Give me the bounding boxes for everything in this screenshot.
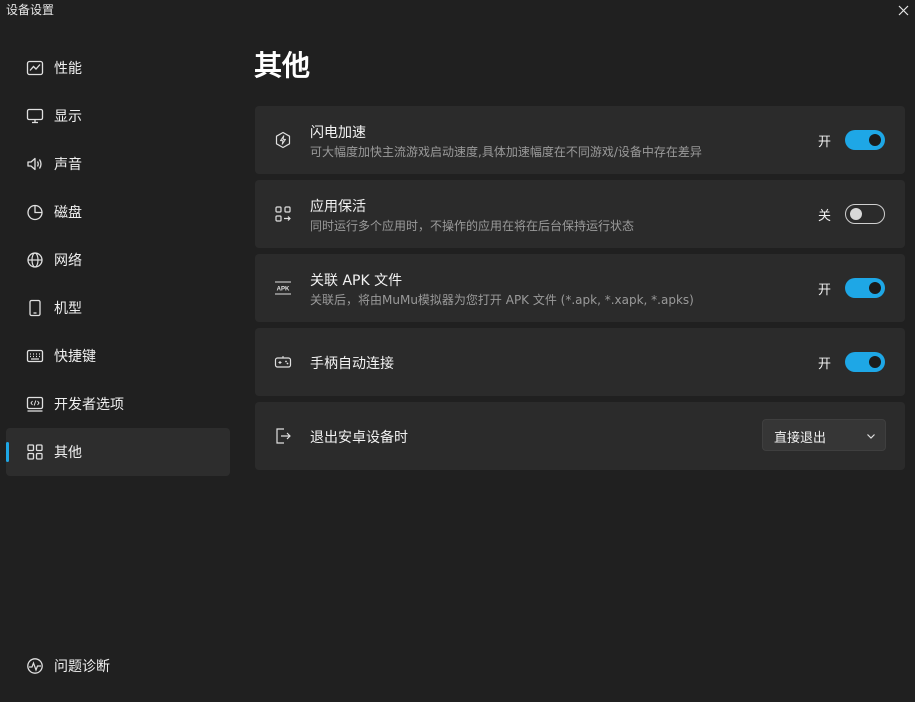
apps-arrow-icon: [273, 204, 293, 224]
chevron-down-icon: [867, 434, 875, 439]
keyboard-icon: [25, 346, 45, 366]
active-indicator: [6, 442, 9, 462]
setting-card-apk-association: APK 关联 APK 文件 关联后，将由MuMu模拟器为您打开 APK 文件 (…: [255, 254, 905, 322]
sidebar-item-performance[interactable]: 性能: [6, 44, 230, 92]
toggle-state-label: 开: [817, 357, 831, 372]
apk-icon: APK: [273, 278, 293, 298]
toggle-knob: [850, 208, 862, 220]
apk-association-toggle[interactable]: [845, 278, 885, 298]
sidebar: 性能 显示 声音 磁盘 网络 机型 快捷键 开发者选项 其他: [6, 44, 230, 476]
toggle-knob: [869, 282, 881, 294]
setting-title: 退出安卓设备时: [310, 430, 408, 446]
setting-card-gamepad-autoconnect: 手柄自动连接 开: [255, 328, 905, 396]
app-keepalive-toggle[interactable]: [845, 204, 885, 224]
setting-card-app-keepalive: 应用保活 同时运行多个应用时，不操作的应用在将在后台保持运行状态 关: [255, 180, 905, 248]
sidebar-item-network[interactable]: 网络: [6, 236, 230, 284]
sidebar-item-label: 网络: [54, 253, 82, 269]
setting-card-lightning-boost: 闪电加速 可大幅度加快主流游戏启动速度,具体加速幅度在不同游戏/设备中存在差异 …: [255, 106, 905, 174]
sidebar-item-label: 声音: [54, 157, 82, 173]
exit-behavior-select[interactable]: 直接退出: [762, 419, 886, 451]
lightning-icon: [273, 130, 293, 150]
sidebar-item-label: 快捷键: [54, 349, 96, 365]
setting-title: 手柄自动连接: [310, 356, 394, 372]
lightning-boost-toggle[interactable]: [845, 130, 885, 150]
apk-icon-text: APK: [277, 287, 290, 293]
globe-icon: [25, 250, 45, 270]
toggle-state-label: 关: [817, 209, 831, 224]
diagnostics-icon: [25, 656, 45, 676]
window-title: 设备设置: [6, 3, 55, 17]
diagnostics-button[interactable]: 问题诊断: [6, 642, 230, 690]
toggle-state-label: 开: [817, 135, 831, 150]
sidebar-item-other[interactable]: 其他: [6, 428, 230, 476]
gamepad-autoconnect-toggle[interactable]: [845, 352, 885, 372]
close-button[interactable]: [891, 0, 915, 20]
sidebar-item-shortcuts[interactable]: 快捷键: [6, 332, 230, 380]
sidebar-item-label: 机型: [54, 301, 82, 317]
grid-icon: [25, 442, 45, 462]
exit-icon: [273, 426, 293, 446]
setting-title: 关联 APK 文件: [310, 273, 403, 289]
setting-title: 闪电加速: [310, 125, 366, 141]
close-icon: [898, 5, 908, 15]
gamepad-icon: [273, 352, 293, 372]
sidebar-item-label: 开发者选项: [54, 397, 124, 413]
sidebar-item-disk[interactable]: 磁盘: [6, 188, 230, 236]
setting-description: 同时运行多个应用时，不操作的应用在将在后台保持运行状态: [310, 219, 635, 233]
setting-description: 可大幅度加快主流游戏启动速度,具体加速幅度在不同游戏/设备中存在差异: [310, 145, 702, 159]
chart-line-icon: [25, 58, 45, 78]
sidebar-item-label: 其他: [54, 445, 82, 461]
toggle-state-label: 开: [817, 283, 831, 298]
sidebar-item-developer[interactable]: 开发者选项: [6, 380, 230, 428]
monitor-icon: [25, 106, 45, 126]
sidebar-item-label: 磁盘: [54, 205, 82, 221]
settings-window: 设备设置 性能 显示 声音 磁盘 网络 机型 快捷键 开发者选项 其他 问题诊断…: [0, 0, 915, 702]
phone-icon: [25, 298, 45, 318]
setting-card-exit-behavior: 退出安卓设备时 直接退出: [255, 402, 905, 470]
toggle-knob: [869, 134, 881, 146]
diagnostics-label: 问题诊断: [54, 659, 110, 675]
page-title: 其他: [254, 49, 311, 82]
toggle-knob: [869, 356, 881, 368]
sidebar-item-label: 显示: [54, 109, 82, 125]
title-bar: 设备设置: [0, 0, 915, 20]
select-value: 直接退出: [774, 431, 827, 446]
sidebar-item-label: 性能: [54, 61, 82, 77]
pie-chart-icon: [25, 202, 45, 222]
sidebar-item-model[interactable]: 机型: [6, 284, 230, 332]
sidebar-item-display[interactable]: 显示: [6, 92, 230, 140]
code-icon: [25, 394, 45, 414]
setting-description: 关联后，将由MuMu模拟器为您打开 APK 文件 (*.apk, *.xapk,…: [310, 293, 694, 307]
setting-title: 应用保活: [310, 199, 366, 215]
sidebar-item-sound[interactable]: 声音: [6, 140, 230, 188]
speaker-icon: [25, 154, 45, 174]
